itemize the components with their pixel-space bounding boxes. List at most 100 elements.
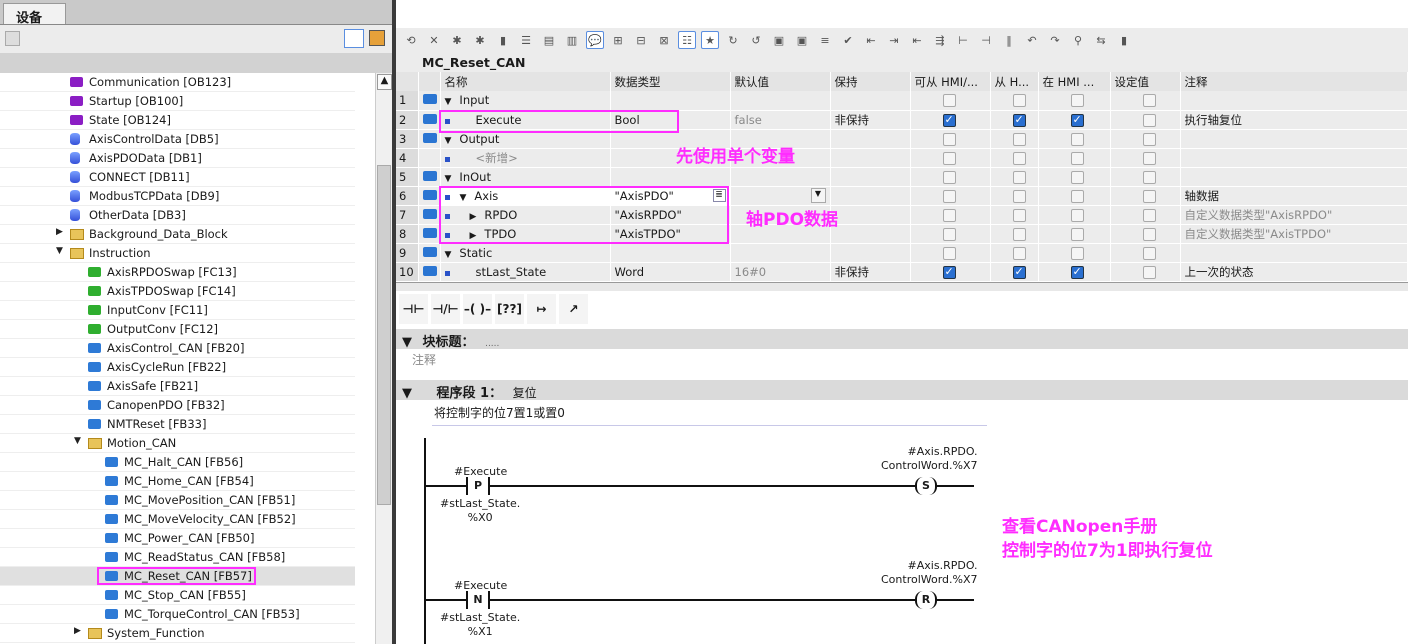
tree-item[interactable]: AxisPDOData [DB1] — [0, 149, 355, 168]
column-header[interactable] — [418, 72, 441, 91]
expanded-icon[interactable]: ▼ — [445, 250, 452, 260]
coil[interactable]: S — [915, 477, 937, 495]
toolbar-button[interactable]: ⚲ — [1069, 31, 1087, 49]
checkbox[interactable] — [1070, 208, 1084, 222]
ladder-tool-button[interactable]: ↗ — [559, 294, 588, 324]
comment[interactable]: 执行轴复位 — [1185, 113, 1243, 127]
collapse-icon[interactable]: ▼ — [402, 335, 412, 350]
checkbox[interactable] — [942, 170, 956, 184]
tree-item[interactable]: AxisControl_CAN [FB20] — [0, 339, 355, 358]
collapse-icon[interactable]: ▼ — [402, 386, 412, 401]
ladder-tool-button[interactable]: [??] — [495, 294, 524, 324]
column-header[interactable]: 可从 HMI/... — [910, 72, 991, 91]
tree-item[interactable]: MC_Reset_CAN [FB57] — [0, 567, 355, 586]
checkbox[interactable] — [1070, 227, 1084, 241]
checkbox[interactable] — [1070, 94, 1084, 108]
checkbox[interactable] — [942, 265, 956, 279]
checkbox[interactable] — [1012, 132, 1026, 146]
overview-icon[interactable] — [369, 30, 385, 46]
block-title-bar[interactable]: ▼ 块标题： ..... — [396, 329, 1408, 350]
tree-item[interactable]: AxisSafe [FB21] — [0, 377, 355, 396]
checkbox[interactable] — [1070, 246, 1084, 260]
param-name[interactable]: Input — [459, 93, 489, 107]
toolbar-button[interactable]: ⇤ — [862, 31, 880, 49]
tree-item[interactable]: AxisCycleRun [FB22] — [0, 358, 355, 377]
retain-value[interactable]: 非保持 — [835, 113, 870, 127]
toolbar-button[interactable]: ✱ — [448, 31, 466, 49]
tree-item[interactable]: ModbusTCPData [DB9] — [0, 187, 355, 206]
checkbox[interactable] — [942, 208, 956, 222]
coil-operand[interactable]: #Axis.RPDO. ControlWord.%X7 — [881, 559, 978, 587]
tree-item[interactable]: InputConv [FC11] — [0, 301, 355, 320]
checkbox[interactable] — [1070, 189, 1084, 203]
column-header[interactable]: 设定值 — [1110, 72, 1181, 91]
new-icon[interactable] — [5, 31, 20, 46]
toolbar-button[interactable]: ⊠ — [655, 31, 673, 49]
toolbar-button[interactable]: ↺ — [747, 31, 765, 49]
tree-item[interactable]: MC_TorqueControl_CAN [FB53] — [0, 605, 355, 624]
comment[interactable]: 轴数据 — [1185, 189, 1220, 203]
column-header[interactable]: 默认值 — [730, 72, 831, 91]
coil[interactable]: R — [915, 591, 937, 609]
checkbox[interactable] — [942, 113, 956, 127]
checkbox[interactable] — [1012, 246, 1026, 260]
expanded-icon[interactable]: ▼ — [445, 97, 452, 107]
toolbar-button[interactable]: ▮ — [494, 31, 512, 49]
edge-contact[interactable]: N — [466, 591, 490, 609]
block-comment[interactable]: 注释 — [412, 351, 436, 368]
toolbar-button[interactable]: ⇤ — [908, 31, 926, 49]
checkbox[interactable] — [1012, 265, 1026, 279]
toolbar-button[interactable]: ⟲ — [402, 31, 420, 49]
checkbox[interactable] — [1142, 151, 1156, 165]
column-header[interactable]: 保持 — [830, 72, 911, 91]
tree-item[interactable]: MC_MovePosition_CAN [FB51] — [0, 491, 355, 510]
expanded-icon[interactable]: ▼ — [56, 246, 63, 256]
comment[interactable]: 自定义数据类型"AxisRPDO" — [1185, 208, 1333, 222]
table-row[interactable]: 10 stLast_State Word 16#0 非保持 上一次的状态 — [396, 262, 1408, 282]
table-row[interactable]: 4 <新增> — [396, 148, 1408, 168]
edge-contact[interactable]: P — [466, 477, 490, 495]
dropdown-icon[interactable]: ▼ — [810, 188, 826, 203]
network-title[interactable]: 复位 — [513, 386, 537, 400]
tab-devices[interactable]: 设备 — [3, 3, 66, 26]
toolbar-button[interactable]: ✱ — [471, 31, 489, 49]
tree-item[interactable]: ▶ Background_Data_Block — [0, 225, 355, 244]
tree-item[interactable]: MC_Stop_CAN [FB55] — [0, 586, 355, 605]
checkbox[interactable] — [1012, 151, 1026, 165]
checkbox[interactable] — [942, 151, 956, 165]
column-header[interactable]: 在 HMI ... — [1038, 72, 1111, 91]
param-name[interactable]: <新增> — [476, 151, 518, 165]
comment[interactable]: 自定义数据类型"AxisTPDO" — [1185, 227, 1332, 241]
tree-item[interactable]: ▶ System_Function — [0, 624, 355, 643]
toolbar-button[interactable]: ↶ — [1023, 31, 1041, 49]
tree-item[interactable]: Communication [OB123] — [0, 73, 355, 92]
list-view-icon[interactable] — [344, 29, 364, 48]
retain-value[interactable]: 非保持 — [835, 265, 870, 279]
collapsed-icon[interactable]: ▶ — [74, 626, 81, 636]
checkbox[interactable] — [942, 246, 956, 260]
toolbar-button[interactable]: ⊞ — [609, 31, 627, 49]
default-value[interactable]: 16#0 — [735, 265, 767, 279]
comment[interactable]: 上一次的状态 — [1185, 265, 1254, 279]
checkbox[interactable] — [1012, 170, 1026, 184]
coil-operand[interactable]: #Axis.RPDO. ControlWord.%X7 — [881, 445, 978, 473]
checkbox[interactable] — [1142, 189, 1156, 203]
tree-item[interactable]: MC_MoveVelocity_CAN [FB52] — [0, 510, 355, 529]
toolbar-button[interactable]: ⊟ — [632, 31, 650, 49]
checkbox[interactable] — [1070, 265, 1084, 279]
expanded-icon[interactable]: ▼ — [445, 174, 452, 184]
ladder-tool-button[interactable]: ↦ — [527, 294, 556, 324]
checkbox[interactable] — [1142, 113, 1156, 127]
checkbox[interactable] — [1142, 246, 1156, 260]
tree-item[interactable]: MC_Home_CAN [FB54] — [0, 472, 355, 491]
expanded-icon[interactable]: ▼ — [445, 136, 452, 146]
checkbox[interactable] — [1012, 227, 1026, 241]
checkbox[interactable] — [1142, 94, 1156, 108]
param-name[interactable]: Static — [459, 246, 492, 260]
param-name[interactable]: InOut — [459, 170, 491, 184]
toolbar-button[interactable]: ✔ — [839, 31, 857, 49]
toolbar-button[interactable]: ▣ — [793, 31, 811, 49]
checkbox[interactable] — [1142, 227, 1156, 241]
checkbox[interactable] — [1070, 170, 1084, 184]
toolbar-button[interactable]: ⇶ — [931, 31, 949, 49]
